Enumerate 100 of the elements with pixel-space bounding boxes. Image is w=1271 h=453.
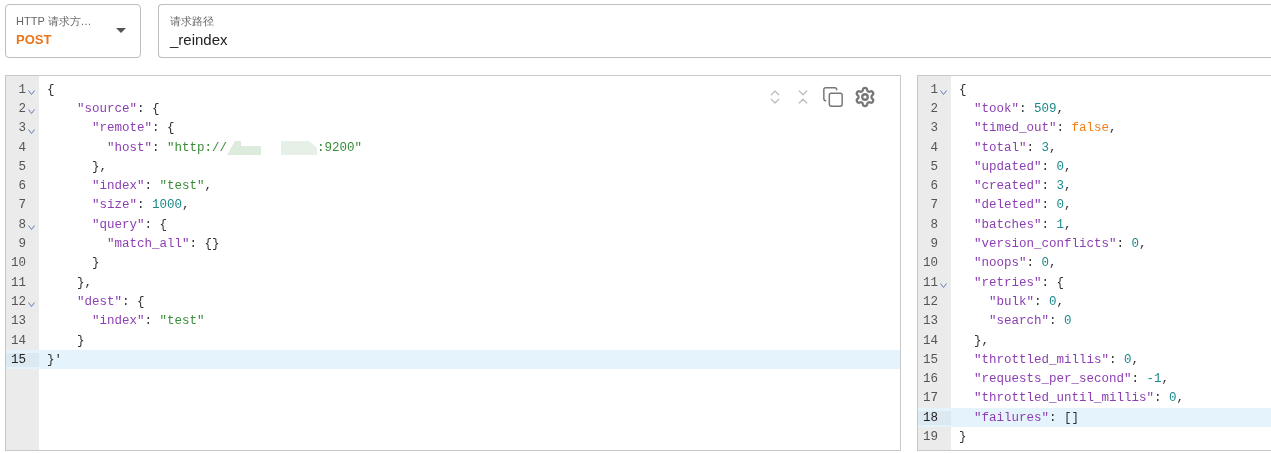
line-number: 7: [17, 198, 26, 213]
line-number: 13: [922, 314, 938, 329]
line-number: 11: [10, 275, 26, 290]
code-token: ″requests_per_second″: [973, 372, 1132, 387]
code-token: ″test″: [159, 179, 205, 194]
dropdown-caret-icon: [116, 28, 126, 33]
code-token: ″noops″: [973, 256, 1027, 271]
line-number: 6: [929, 179, 938, 194]
code-token: :: [144, 314, 154, 329]
line-number: 8: [929, 217, 938, 232]
path-field[interactable]: 请求路径 _reindex: [158, 4, 1271, 58]
code-token: :: [1049, 314, 1058, 329]
line-number: 10: [10, 256, 26, 271]
line-number: 12: [922, 294, 938, 309]
code-token: :: [1034, 294, 1043, 309]
line-number: 14: [922, 333, 938, 348]
line-number: 3: [929, 121, 938, 136]
code-token: : {: [144, 217, 168, 232]
line-number: 9: [17, 237, 26, 251]
code-token: ″deleted″: [973, 198, 1042, 213]
code-token: : {: [152, 121, 175, 136]
code-token: ,: [1139, 237, 1147, 251]
code-token: ″took″: [973, 101, 1019, 116]
code-token: :9200″: [317, 140, 363, 155]
code-token: ″failures″: [973, 410, 1049, 425]
code-token: : []: [1049, 410, 1080, 425]
line-number: 19: [922, 430, 938, 444]
request-editor[interactable]: 1 { 2 ″source″: { 3 ″remote″: { 4 ″host″: ″http:// :9200″ 5 }, 6 ″index″: ″test″, 7 ″size″: 1000, 8 ″query″: { 9 ″match_all″: {} 10 } 11 }, 12 ″dest″: { 13 ″index″: ″test″ 14 } 15 }': [5, 75, 901, 451]
line-number: 5: [17, 159, 26, 174]
line-number: 17: [922, 391, 938, 406]
code-token: ″query″: [91, 217, 145, 232]
code-token: ″retries″: [973, 275, 1042, 290]
code-token: 0: [1056, 198, 1065, 213]
code-token: }: [76, 333, 85, 348]
code-token: 1: [1056, 217, 1065, 232]
code-token: ,: [182, 198, 190, 213]
code-token: :: [144, 179, 154, 194]
code-token: ″http://: [167, 140, 228, 155]
code-token: ″size″: [91, 198, 137, 213]
line-number: 1: [929, 82, 938, 97]
code-token: ″throttled_millis″: [973, 352, 1110, 367]
method-select[interactable]: HTTP 请求方… POST: [5, 4, 141, 58]
line-number: 7: [929, 198, 938, 213]
code-token: 0: [1064, 314, 1072, 329]
code-token: ″version_conflicts″: [973, 237, 1117, 251]
fold-chevron-icon[interactable]: [28, 90, 35, 96]
code-token: }': [47, 352, 62, 367]
code-token: ,: [1064, 179, 1072, 194]
line-number: 2: [929, 101, 938, 116]
code-token: ″index″: [91, 179, 145, 194]
code-token: :: [1109, 352, 1118, 367]
code-token: ″match_all″: [106, 237, 190, 251]
line-number: 1: [17, 82, 26, 97]
code-token: }: [91, 256, 100, 271]
code-token: :: [1041, 159, 1051, 174]
copy-icon[interactable]: [822, 86, 844, 108]
code-token: ″bulk″: [988, 294, 1034, 309]
code-token: ″index″: [91, 314, 145, 329]
code-token: ,: [1109, 121, 1117, 136]
fold-chevron-icon[interactable]: [28, 302, 35, 308]
fold-chevron-icon[interactable]: [940, 283, 947, 289]
code-token: ″remote″: [91, 121, 153, 136]
fold-chevron-icon[interactable]: [28, 109, 35, 115]
code-token: :: [152, 140, 161, 155]
field-label: 请求路径: [170, 14, 215, 29]
fold-chevron-icon[interactable]: [28, 225, 35, 231]
line-number: 12: [10, 294, 26, 309]
fold-chevron-icon[interactable]: [28, 128, 35, 134]
code-token: 0: [1049, 294, 1057, 309]
line-number: 4: [17, 140, 26, 155]
line-number: 4: [929, 140, 938, 155]
line-number: 2: [17, 101, 26, 116]
code-token: :: [1056, 121, 1066, 136]
code-token: ,: [1064, 159, 1072, 174]
code-token: ″test″: [159, 314, 205, 329]
code-token: ,: [1049, 140, 1057, 155]
code-token: ″dest″: [76, 294, 122, 309]
line-number: 15: [922, 352, 938, 367]
code-token: :: [1131, 372, 1141, 387]
code-token: ″host″: [106, 140, 153, 155]
code-token: },: [973, 333, 989, 348]
line-number: 9: [929, 237, 938, 251]
code-token: ,: [1131, 352, 1140, 367]
code-token: : {: [1041, 275, 1065, 290]
code-token: ″throttled_until_millis″: [973, 391, 1155, 406]
code-token: ″timed_out″: [973, 121, 1057, 136]
code-token: :: [1041, 217, 1051, 232]
code-token: 0: [1041, 256, 1050, 271]
code-token: }: [959, 430, 967, 444]
code-token: -1: [1146, 372, 1162, 387]
settings-icon[interactable]: [854, 86, 876, 108]
code-token: 0: [1131, 237, 1140, 251]
line-number: 15: [10, 352, 26, 367]
code-token: 0: [1124, 352, 1132, 367]
fold-chevron-icon[interactable]: [940, 90, 947, 96]
code-token: ″created″: [973, 179, 1042, 194]
code-token: : {: [137, 101, 160, 116]
line-number: 13: [10, 314, 26, 329]
code-token: :: [1154, 391, 1163, 406]
code-token: ,: [204, 179, 213, 194]
